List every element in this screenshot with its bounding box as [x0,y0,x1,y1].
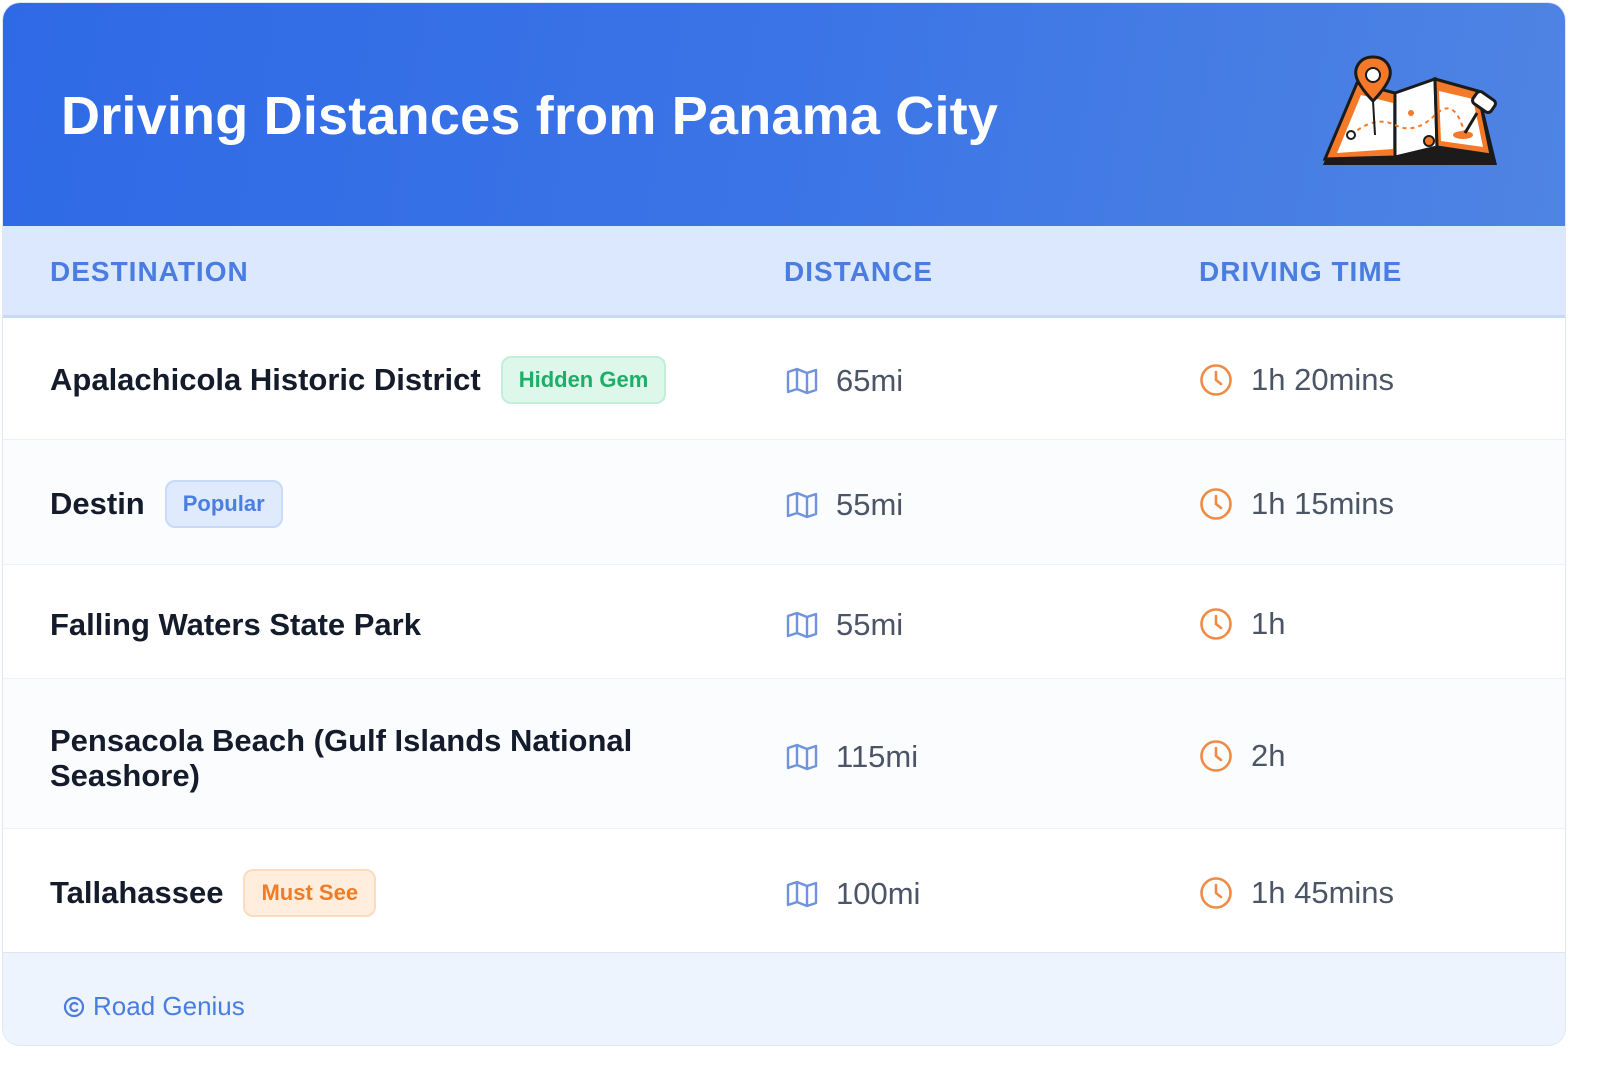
destination-cell: Apalachicola Historic District Hidden Ge… [50,356,667,404]
distance-cell: 55mi [786,487,903,523]
column-header-destination: DESTINATION [50,256,249,287]
destination-name: Pensacola Beach (Gulf Islands National S… [50,723,633,793]
table-header: DESTINATION DISTANCE DRIVING TIME [3,226,1565,318]
distance-value: 100mi [836,876,921,911]
time-value: 1h 45mins [1251,875,1395,910]
destination-cell: Tallahassee Must See [50,869,377,917]
time-value: 2h [1251,738,1286,773]
footer: Road Genius [3,952,1565,1045]
page-title: Driving Distances from Panama City [61,86,999,146]
header-banner: Driving Distances from Panama City [3,3,1565,226]
destination-name: Falling Waters State Park [50,607,421,642]
table-row: Tallahassee Must See 100mi 1h 45mins [3,829,1565,952]
destination-name: Destin [50,486,145,521]
distance-value: 55mi [836,607,904,642]
badge-hidden-gem: Hidden Gem [500,356,667,404]
time-value: 1h 20mins [1251,362,1395,397]
map-icon [786,611,818,639]
footer-brand[interactable]: Road Genius [63,991,245,1022]
table-row: Apalachicola Historic District Hidden Ge… [3,318,1565,440]
time-cell: 1h [1199,606,1285,642]
table-row: Falling Waters State Park 55mi 1h [3,565,1565,679]
copyright-icon [63,996,85,1017]
badge-must-see: Must See [243,869,377,917]
distance-value: 65mi [836,363,904,398]
destination-cell: Destin Popular [50,480,283,528]
clock-icon [1200,488,1232,520]
column-header-driving-time: DRIVING TIME [1199,256,1403,287]
distances-card: Driving Distances from Panama City DESTI… [2,2,1566,1046]
table-row: Pensacola Beach (Gulf Islands National S… [3,679,1565,829]
distance-value: 115mi [836,739,919,774]
time-cell: 2h [1199,738,1285,774]
time-cell: 1h 20mins [1199,362,1394,398]
map-with-pins-icon [1322,55,1497,165]
map-icon [786,880,818,908]
distance-value: 55mi [836,487,904,522]
distance-cell: 100mi [786,876,920,912]
distance-cell: 115mi [786,739,918,775]
time-cell: 1h 15mins [1199,486,1394,522]
clock-icon [1200,364,1232,396]
time-cell: 1h 45mins [1199,875,1394,911]
table-row: Destin Popular 55mi 1h 15mins [3,440,1565,565]
distance-cell: 65mi [786,363,903,399]
destination-name: Apalachicola Historic District [50,362,481,397]
column-header-distance: DISTANCE [784,256,934,287]
map-icon [786,743,818,771]
destination-cell: Pensacola Beach (Gulf Islands National S… [50,723,650,793]
map-icon [786,367,818,395]
badge-popular: Popular [164,480,283,528]
time-value: 1h [1251,606,1286,641]
footer-brand-label: Road Genius [93,991,245,1021]
destination-name: Tallahassee [50,875,224,910]
clock-icon [1200,740,1232,772]
destination-cell: Falling Waters State Park [50,607,421,643]
clock-icon [1200,608,1232,640]
clock-icon [1200,877,1232,909]
time-value: 1h 15mins [1251,486,1395,521]
map-icon [786,491,818,519]
distance-cell: 55mi [786,607,903,643]
